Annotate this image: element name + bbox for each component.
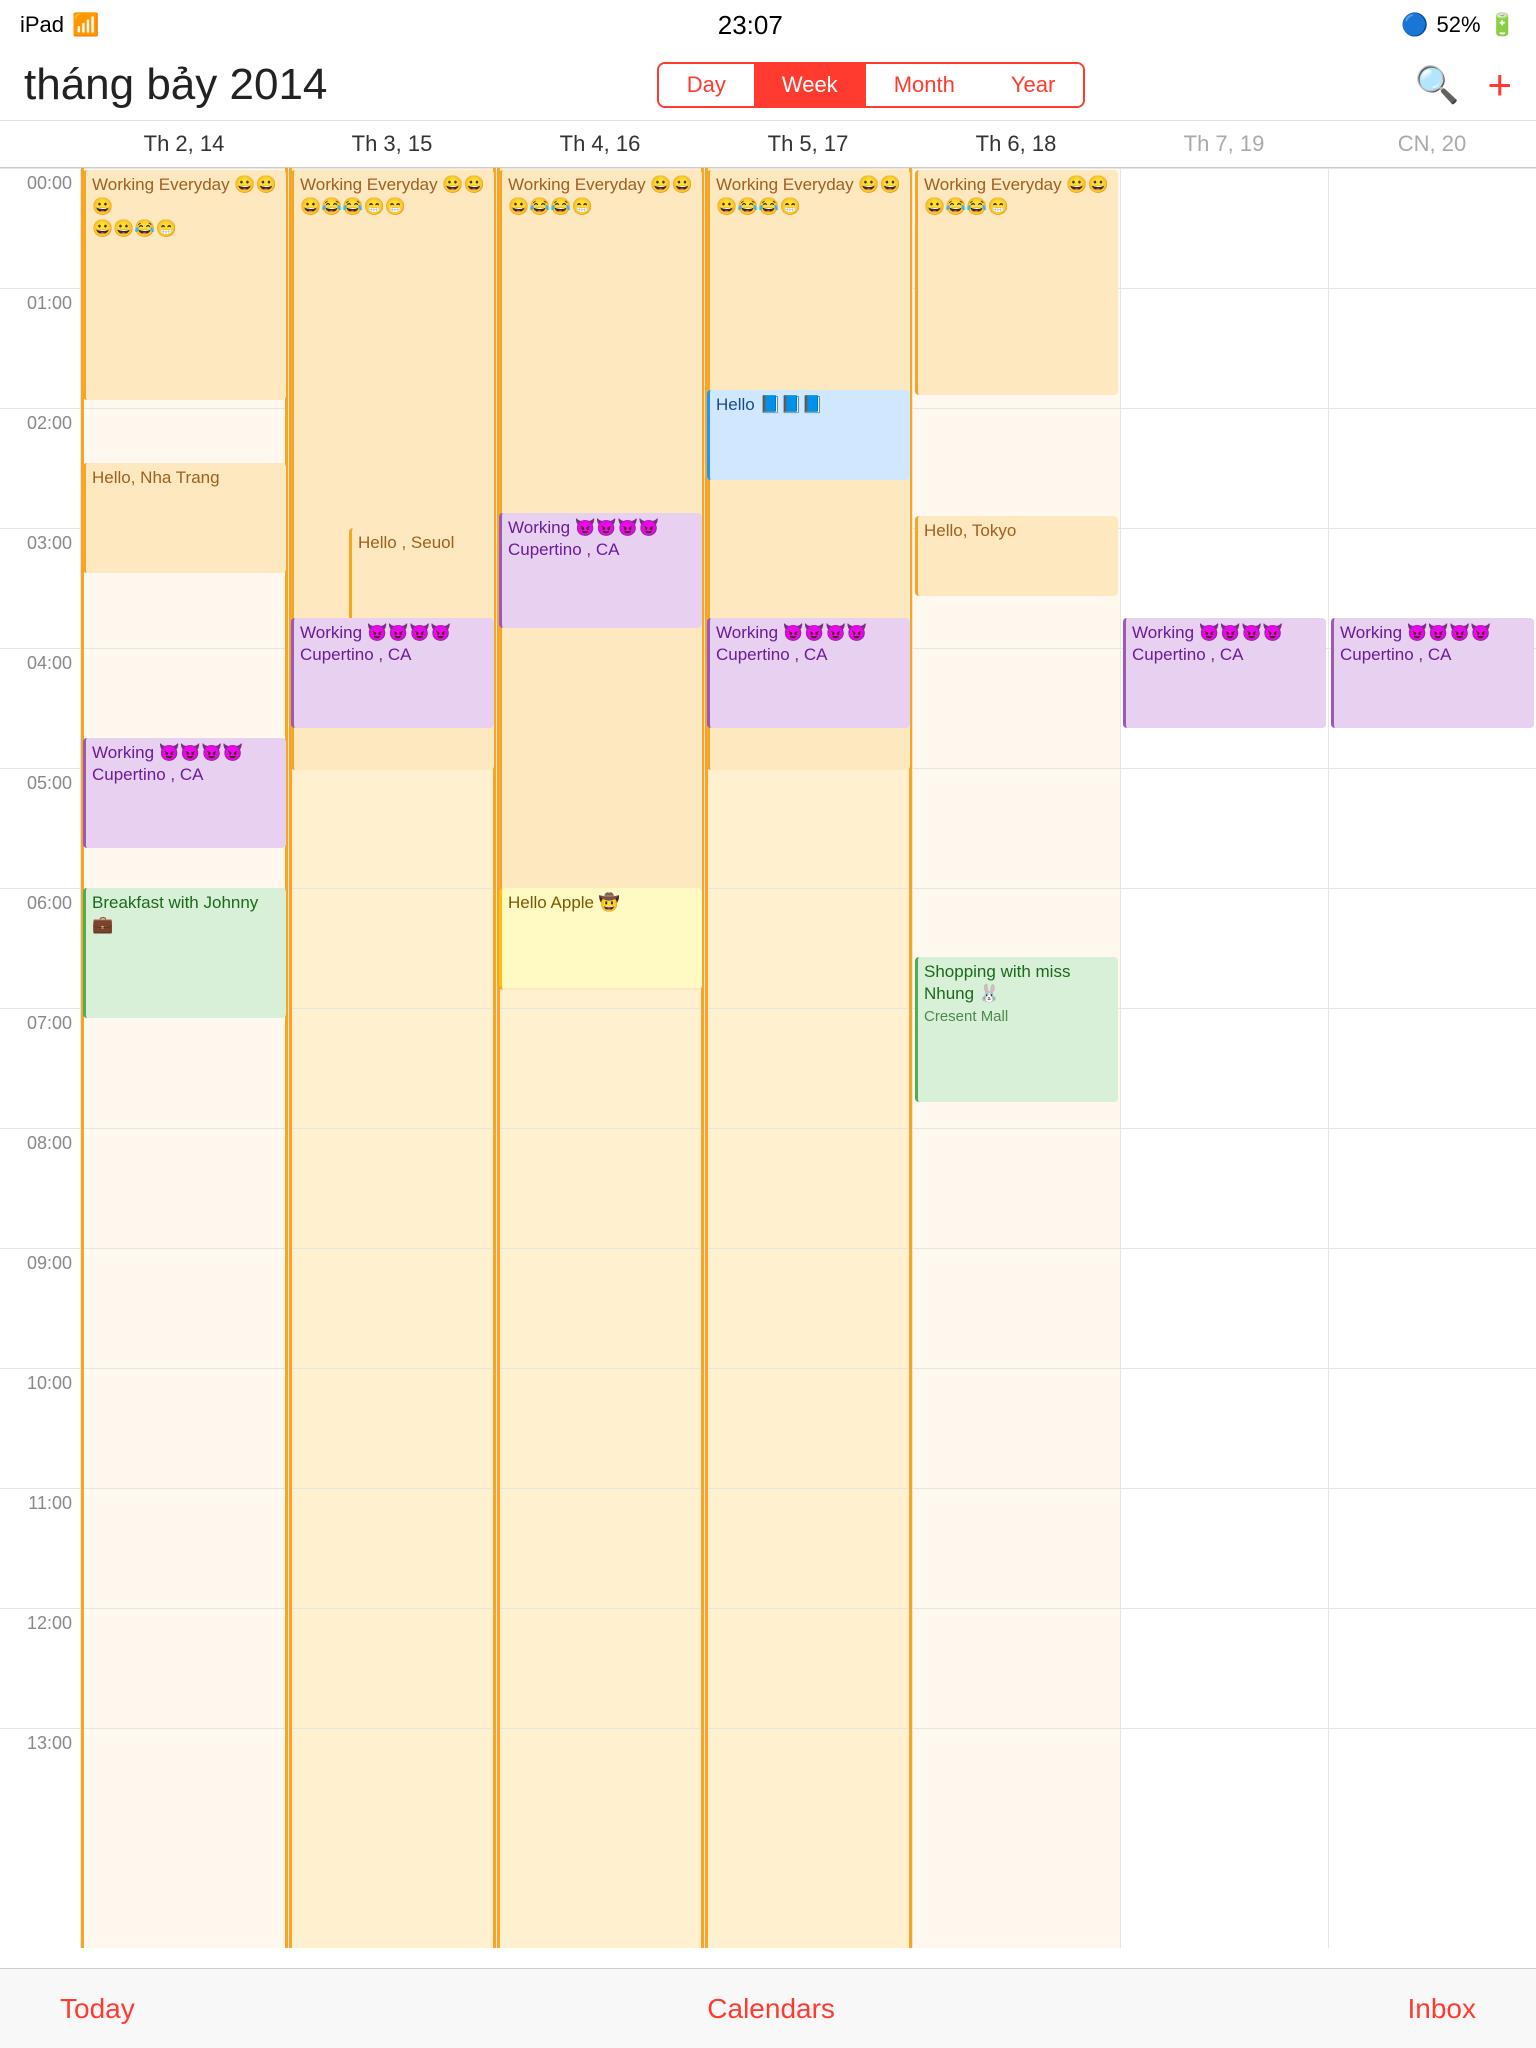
day-header-3: Th 5, 17 bbox=[704, 121, 912, 167]
day-header-1: Th 3, 15 bbox=[288, 121, 496, 167]
event-working-devil-6[interactable]: Working 😈😈😈😈Cupertino , CA bbox=[1331, 618, 1534, 728]
event-working-everyday-4[interactable]: Working Everyday 😀😀😀😂😂😁 bbox=[915, 170, 1118, 395]
battery-icon: 🔋 bbox=[1489, 12, 1516, 38]
time-header-spacer bbox=[0, 121, 80, 167]
status-left: iPad 📶 bbox=[20, 12, 99, 38]
ipad-label: iPad bbox=[20, 12, 64, 38]
day-header-4: Th 6, 18 bbox=[912, 121, 1120, 167]
battery-label: 52% bbox=[1437, 12, 1481, 38]
time-02: 02:00 bbox=[0, 408, 80, 528]
day-col-4: Working Everyday 😀😀😀😂😂😁 Hello, Tokyo Sho… bbox=[912, 168, 1120, 1948]
day-col-2: Working Everyday 😀😀😀😂😂😁 Working 😈😈😈😈Cupe… bbox=[496, 168, 704, 1948]
status-time: 23:07 bbox=[718, 10, 783, 41]
days-grid: Working Everyday 😀😀😀😀😀😂😁 Hello, Nha Tran… bbox=[80, 168, 1536, 1948]
day-col-0: Working Everyday 😀😀😀😀😀😂😁 Hello, Nha Tran… bbox=[80, 168, 288, 1948]
event-working-devil-2[interactable]: Working 😈😈😈😈Cupertino , CA bbox=[499, 513, 702, 628]
wifi-icon: 📶 bbox=[72, 12, 99, 38]
event-working-devil-3[interactable]: Working 😈😈😈😈Cupertino , CA bbox=[707, 618, 910, 728]
time-06: 06:00 bbox=[0, 888, 80, 1008]
time-04: 04:00 bbox=[0, 648, 80, 768]
event-working-devil-5[interactable]: Working 😈😈😈😈Cupertino , CA bbox=[1123, 618, 1326, 728]
day-header-0: Th 2, 14 bbox=[80, 121, 288, 167]
day-header-6: CN, 20 bbox=[1328, 121, 1536, 167]
event-hello-apple[interactable]: Hello Apple 🤠 bbox=[499, 888, 702, 988]
time-03: 03:00 bbox=[0, 528, 80, 648]
time-12: 12:00 bbox=[0, 1608, 80, 1728]
day-col-5: Working 😈😈😈😈Cupertino , CA bbox=[1120, 168, 1328, 1948]
view-btn-week[interactable]: Week bbox=[754, 64, 866, 106]
event-shopping-nhung[interactable]: Shopping with miss Nhung 🐰Cresent Mall bbox=[915, 957, 1118, 1102]
month-title: tháng bảy 2014 bbox=[24, 60, 327, 110]
time-11: 11:00 bbox=[0, 1488, 80, 1608]
time-05: 05:00 bbox=[0, 768, 80, 888]
event-working-everyday-0[interactable]: Working Everyday 😀😀😀😀😀😂😁 bbox=[83, 170, 286, 400]
bottom-bar: Today Calendars Inbox bbox=[0, 1968, 1536, 2048]
day-col-6: Working 😈😈😈😈Cupertino , CA bbox=[1328, 168, 1536, 1948]
event-hello-blue[interactable]: Hello 📘📘📘 bbox=[707, 390, 910, 480]
time-10: 10:00 bbox=[0, 1368, 80, 1488]
event-hello-tokyo[interactable]: Hello, Tokyo bbox=[915, 516, 1118, 596]
event-hello-nha-trang[interactable]: Hello, Nha Trang bbox=[83, 463, 286, 573]
view-btn-month[interactable]: Month bbox=[866, 64, 983, 106]
time-07: 07:00 bbox=[0, 1008, 80, 1128]
add-icon[interactable]: + bbox=[1487, 61, 1512, 109]
calendars-button[interactable]: Calendars bbox=[707, 1993, 835, 2025]
time-13: 13:00 bbox=[0, 1728, 80, 1848]
view-btn-year[interactable]: Year bbox=[983, 64, 1083, 106]
event-hello-seuol[interactable]: Hello , Seuol bbox=[349, 528, 494, 628]
day-header-5: Th 7, 19 bbox=[1120, 121, 1328, 167]
view-switcher[interactable]: Day Week Month Year bbox=[657, 62, 1086, 108]
day-header-2: Th 4, 16 bbox=[496, 121, 704, 167]
calendar-header: tháng bảy 2014 Day Week Month Year 🔍 + bbox=[0, 50, 1536, 121]
time-01: 01:00 bbox=[0, 288, 80, 408]
time-09: 09:00 bbox=[0, 1248, 80, 1368]
status-right: 🔵 52% 🔋 bbox=[1401, 12, 1516, 38]
header-actions: 🔍 + bbox=[1415, 61, 1512, 109]
day-col-3: Working Everyday 😀😀😀😂😂😁 Hello 📘📘📘 Workin… bbox=[704, 168, 912, 1948]
time-08: 08:00 bbox=[0, 1128, 80, 1248]
bluetooth-icon: 🔵 bbox=[1401, 12, 1428, 38]
today-button[interactable]: Today bbox=[60, 1993, 135, 2025]
day-col-1: Working Everyday 😀😀😀😂😂😁😁 Hello , Seuol W… bbox=[288, 168, 496, 1948]
time-00: 00:00 bbox=[0, 168, 80, 288]
event-breakfast-johnny[interactable]: Breakfast with Johnny 💼 bbox=[83, 888, 286, 1018]
day-headers: Th 2, 14 Th 3, 15 Th 4, 16 Th 5, 17 Th 6… bbox=[0, 121, 1536, 168]
time-column: 00:00 01:00 02:00 03:00 04:00 05:00 06:0… bbox=[0, 168, 80, 1948]
event-working-devil-1[interactable]: Working 😈😈😈😈Cupertino , CA bbox=[291, 618, 494, 728]
view-btn-day[interactable]: Day bbox=[659, 64, 754, 106]
inbox-button[interactable]: Inbox bbox=[1407, 1993, 1476, 2025]
status-bar: iPad 📶 23:07 🔵 52% 🔋 bbox=[0, 0, 1536, 50]
calendar-body: 00:00 01:00 02:00 03:00 04:00 05:00 06:0… bbox=[0, 168, 1536, 1948]
search-icon[interactable]: 🔍 bbox=[1415, 64, 1460, 106]
event-working-devil-0[interactable]: Working 😈😈😈😈Cupertino , CA bbox=[83, 738, 286, 848]
